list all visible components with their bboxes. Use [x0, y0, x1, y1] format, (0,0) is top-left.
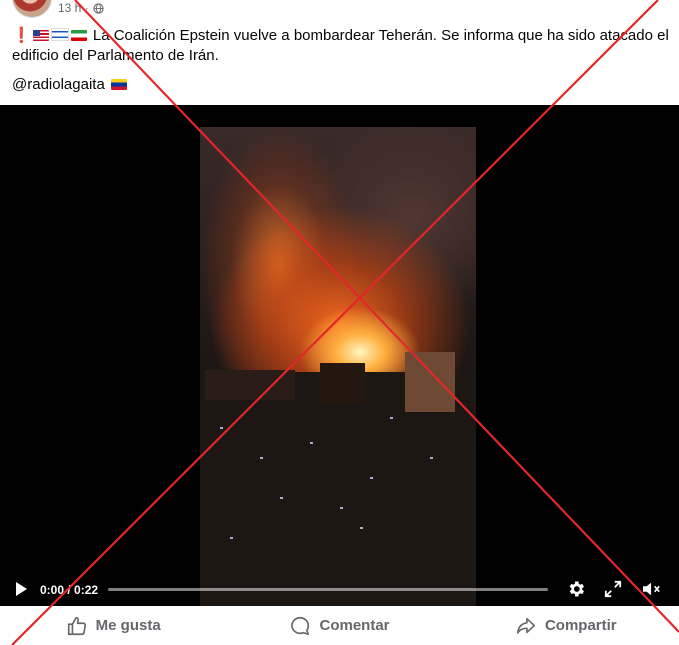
light-dot	[370, 477, 373, 479]
globe-icon	[93, 2, 104, 14]
like-button[interactable]: Me gusta	[0, 606, 226, 645]
light-dot	[220, 427, 223, 429]
post-meta: 13 h ·	[58, 1, 104, 15]
video-progress-bar[interactable]	[108, 588, 548, 591]
video-controls: 0:00 / 0:22	[0, 573, 679, 606]
light-dot	[430, 457, 433, 459]
light-dot	[260, 457, 263, 459]
light-dot	[340, 507, 343, 509]
play-icon[interactable]	[13, 581, 29, 597]
post-text-line-1: ❗ La Coalición Epstein vuelve a bombarde…	[12, 26, 669, 46]
post-header: 13 h ·	[0, 0, 679, 18]
building-silhouette	[405, 352, 455, 412]
light-dot	[390, 417, 393, 419]
building-silhouette	[320, 363, 365, 403]
gear-icon[interactable]	[566, 579, 586, 599]
usa-flag-icon	[32, 30, 49, 41]
comment-label: Comentar	[319, 617, 390, 634]
video-frame	[200, 127, 476, 606]
comment-icon	[291, 616, 310, 635]
share-icon	[516, 617, 536, 634]
building-silhouette	[205, 370, 295, 400]
light-dot	[280, 497, 283, 499]
video-player[interactable]: 0:00 / 0:22	[0, 105, 679, 606]
comment-button[interactable]: Comentar	[226, 606, 452, 645]
post-actions: Me gusta Comentar Compartir	[0, 606, 679, 645]
exclamation-icon: ❗	[12, 27, 31, 44]
post-handle: @radiolagaita	[12, 76, 129, 93]
venezuela-flag-icon	[110, 79, 127, 90]
light-dot	[310, 442, 313, 444]
avatar[interactable]	[12, 0, 52, 18]
israel-flag-icon	[50, 28, 69, 41]
thumbs-up-icon	[67, 616, 86, 635]
light-dot	[230, 537, 233, 539]
post-text: ❗ La Coalición Epstein vuelve a bombarde…	[12, 26, 669, 66]
mute-icon[interactable]	[641, 580, 663, 598]
video-time: 0:00 / 0:22	[40, 583, 99, 597]
post-text-content-2: edificio del Parlamento de Irán.	[12, 47, 219, 64]
handle-text[interactable]: @radiolagaita	[12, 76, 105, 93]
fullscreen-icon[interactable]	[604, 580, 622, 598]
post-timestamp[interactable]: 13 h ·	[58, 1, 89, 15]
share-button[interactable]: Compartir	[453, 606, 679, 645]
post-text-content-1: La Coalición Epstein vuelve a bombardear…	[92, 27, 669, 44]
light-dot	[360, 527, 363, 529]
share-label: Compartir	[544, 617, 617, 634]
iran-flag-icon	[70, 30, 87, 41]
like-label: Me gusta	[95, 617, 161, 634]
